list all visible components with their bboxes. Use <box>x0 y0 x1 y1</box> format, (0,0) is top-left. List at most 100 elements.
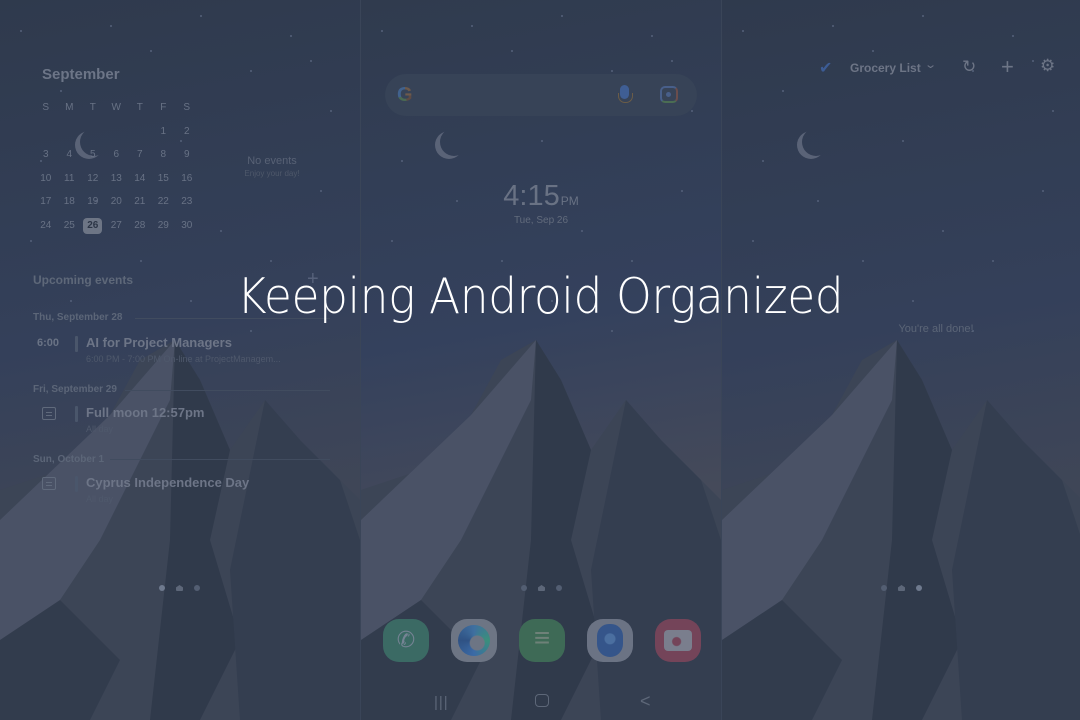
moon-icon <box>802 128 830 156</box>
star <box>832 25 834 27</box>
calendar-day[interactable]: 29 <box>154 218 173 234</box>
weekday-label: S <box>183 102 191 113</box>
calendar-day[interactable]: 23 <box>177 194 196 210</box>
page-dot[interactable] <box>159 585 165 591</box>
home-screen: G 4:15PM Tue, Sep 26 ||| < <box>361 0 721 720</box>
edge-icon[interactable] <box>451 619 497 662</box>
page-dot[interactable] <box>881 585 887 591</box>
star <box>691 110 693 112</box>
page-dot[interactable] <box>521 585 527 591</box>
calendar-day[interactable]: 13 <box>107 171 126 187</box>
event-item[interactable]: Cyprus Independence Day All day <box>33 474 333 514</box>
page-dot[interactable] <box>194 585 200 591</box>
calendar-grid: S M T W T F S 1 2 3 4 5 6 7 8 9 10 11 12 13 14 15 16 17 18 19 20 21… <box>34 100 199 241</box>
star <box>330 110 332 112</box>
star <box>200 15 202 17</box>
calendar-day[interactable]: 27 <box>107 218 126 234</box>
star <box>250 70 252 72</box>
mountain-illustration <box>722 340 1080 720</box>
google-search-bar[interactable]: G <box>385 74 697 116</box>
calendar-day <box>130 124 149 140</box>
authenticator-icon[interactable] <box>587 619 633 662</box>
phone-icon[interactable] <box>383 619 429 662</box>
calendar-day[interactable]: 9 <box>177 147 196 163</box>
calendar-day[interactable]: 28 <box>130 218 149 234</box>
star <box>902 140 904 142</box>
calendar-day[interactable]: 12 <box>83 171 102 187</box>
calendar-day[interactable]: 19 <box>83 194 102 210</box>
page-dot[interactable] <box>916 585 922 591</box>
weekday-label: W <box>111 102 121 113</box>
star <box>541 140 543 142</box>
clock-date: Tue, Sep 26 <box>513 215 569 226</box>
calendar-day[interactable]: 16 <box>177 171 196 187</box>
calendar-day[interactable]: 20 <box>107 194 126 210</box>
chevron-down-icon[interactable]: ⌄ <box>924 58 937 71</box>
calendar-day[interactable]: 17 <box>36 194 55 210</box>
home-page-dot[interactable] <box>538 585 545 591</box>
star <box>150 50 152 52</box>
calendar-day[interactable]: 8 <box>154 147 173 163</box>
keyring-icon[interactable] <box>519 619 565 662</box>
star <box>220 230 222 232</box>
add-task-icon[interactable]: + <box>1001 54 1014 80</box>
star <box>862 260 864 262</box>
calendar-day[interactable]: 1 <box>154 124 173 140</box>
back-button[interactable]: < <box>640 691 651 712</box>
calendar-day[interactable]: 4 <box>60 147 79 163</box>
gear-icon[interactable]: ⚙ <box>1040 56 1055 76</box>
weekday-label: F <box>160 102 167 113</box>
calendar-day[interactable]: 24 <box>36 218 55 234</box>
star <box>922 15 924 17</box>
navigation-bar: ||| < <box>361 690 721 712</box>
moon-icon <box>440 128 468 156</box>
event-item[interactable]: Full moon 12:57pm All day <box>33 404 333 444</box>
task-list-selector[interactable]: Grocery List <box>850 61 921 75</box>
calendar-day[interactable]: 25 <box>60 218 79 234</box>
calendar-day[interactable]: 2 <box>177 124 196 140</box>
calendar-day[interactable]: 18 <box>60 194 79 210</box>
calendar-day-today[interactable]: 26 <box>83 217 103 234</box>
calendar-day <box>83 124 102 140</box>
lens-icon[interactable] <box>660 86 678 103</box>
home-button[interactable] <box>535 694 549 707</box>
no-events-subtitle: Enjoy your day! <box>244 169 300 178</box>
star <box>752 240 754 242</box>
calendar-day[interactable]: 10 <box>36 171 55 187</box>
clock-ampm: PM <box>560 194 579 208</box>
calendar-day[interactable]: 7 <box>130 147 149 163</box>
star <box>651 35 653 37</box>
star <box>270 260 272 262</box>
calendar-day[interactable]: 14 <box>130 171 149 187</box>
calendar-day[interactable]: 6 <box>107 147 126 163</box>
clock-time: 4:15 <box>503 180 560 212</box>
home-page-dot[interactable] <box>176 585 183 591</box>
calendar-day[interactable]: 3 <box>36 147 55 163</box>
star <box>1052 110 1054 112</box>
calendar-screen: September S M T W T F S 1 2 3 4 5 6 7 8 9 10 11 12 13 14 15 16… <box>0 0 360 720</box>
camera-icon[interactable] <box>655 619 701 662</box>
calendar-day[interactable]: 5 <box>83 147 102 163</box>
page-indicator <box>881 585 922 591</box>
clock-widget[interactable]: 4:15PM Tue, Sep 26 <box>361 180 721 226</box>
calendar-day[interactable]: 11 <box>60 171 79 187</box>
star <box>310 60 312 62</box>
calendar-day[interactable]: 30 <box>177 218 196 234</box>
star <box>140 260 142 262</box>
calendar-icon <box>42 477 56 490</box>
star <box>1042 190 1044 192</box>
calendar-day[interactable]: 15 <box>154 171 173 187</box>
star <box>611 330 613 332</box>
recents-button[interactable]: ||| <box>434 694 449 711</box>
mic-icon[interactable] <box>618 85 633 103</box>
page-dot[interactable] <box>556 585 562 591</box>
star <box>611 70 613 72</box>
calendar-day[interactable]: 22 <box>154 194 173 210</box>
home-page-dot[interactable] <box>898 585 905 591</box>
refresh-icon[interactable]: ↻ <box>962 57 976 77</box>
event-item[interactable]: 6:00 AI for Project Managers 6:00 PM - 7… <box>33 334 333 374</box>
weekday-label: S <box>42 102 50 113</box>
calendar-day[interactable]: 21 <box>130 194 149 210</box>
day-header: Fri, September 29 <box>33 384 117 395</box>
star <box>401 160 403 162</box>
